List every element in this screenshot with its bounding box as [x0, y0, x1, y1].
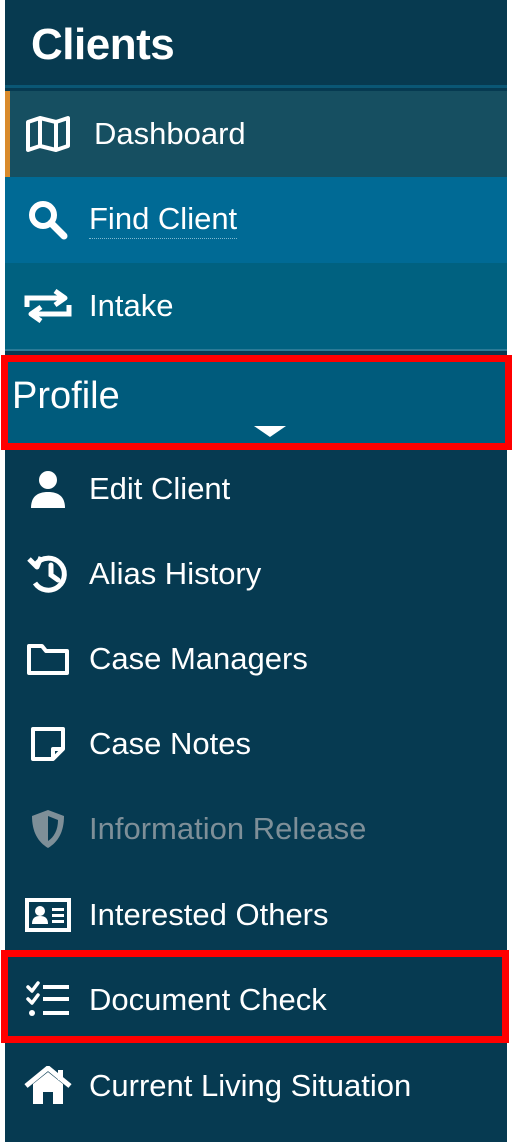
shield-icon [23, 809, 73, 849]
profile-section-toggle[interactable]: Profile [5, 355, 507, 447]
sidebar-item-label: Information Release [89, 811, 367, 846]
sidebar-item-interested-others[interactable]: Interested Others [5, 872, 507, 958]
user-icon [23, 469, 73, 509]
sidebar-header: Clients [5, 0, 507, 88]
folder-icon [23, 639, 73, 679]
sidebar-item-edit-client[interactable]: Edit Client [5, 446, 507, 532]
sidebar-item-document-check[interactable]: Document Check [5, 957, 507, 1043]
sidebar-item-intake[interactable]: Intake [5, 263, 507, 351]
profile-section-title: Profile [12, 375, 120, 417]
sidebar-item-label: Intake [89, 288, 174, 323]
sidebar-item-label: Edit Client [89, 471, 231, 506]
sidebar-item-label: Interested Others [89, 897, 329, 932]
home-icon [23, 1066, 73, 1106]
sidebar-item-alias-history[interactable]: Alias History [5, 531, 507, 617]
sidebar-item-label: Alias History [89, 556, 262, 591]
sidebar-item-label: Current Living Situation [89, 1068, 412, 1103]
exchange-arrows-icon [23, 286, 73, 326]
sidebar-item-dashboard[interactable]: Dashboard [5, 91, 507, 177]
search-icon [23, 200, 73, 240]
map-icon [23, 114, 73, 154]
caret-down-icon [254, 426, 286, 437]
sidebar-item-label: Case Managers [89, 641, 308, 676]
checklist-icon [23, 980, 73, 1020]
sticky-note-icon [23, 724, 73, 764]
sidebar-item-information-release: Information Release [5, 786, 507, 872]
sidebar-title: Clients [31, 20, 175, 69]
sidebar-item-label: Dashboard [94, 116, 246, 151]
clients-sidebar: Clients Dashboard Find Client Intake Pro… [5, 0, 507, 1142]
sidebar-item-find-client[interactable]: Find Client [5, 177, 507, 263]
sidebar-item-label: Case Notes [89, 726, 251, 761]
sidebar-item-label: Document Check [89, 982, 327, 1017]
id-card-icon [23, 895, 73, 935]
sidebar-item-case-managers[interactable]: Case Managers [5, 616, 507, 702]
history-icon [23, 554, 73, 594]
sidebar-item-case-notes[interactable]: Case Notes [5, 701, 507, 787]
sidebar-item-current-living-situation[interactable]: Current Living Situation [5, 1043, 507, 1129]
sidebar-item-label: Find Client [89, 201, 238, 239]
